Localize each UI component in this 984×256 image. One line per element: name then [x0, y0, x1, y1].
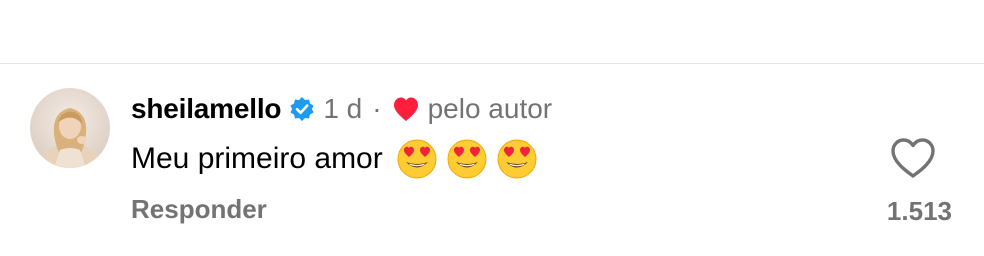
like-count: 1.513 — [886, 196, 952, 226]
avatar[interactable] — [30, 88, 110, 168]
username[interactable]: sheilamello — [131, 93, 282, 125]
heart-filled-icon — [393, 97, 418, 121]
comment-screen: sheilamello 1 d · pelo autor Meu primeir… — [0, 0, 984, 256]
comment-text: Meu primeiro amor — [131, 142, 383, 175]
comment-body: Meu primeiro amor — [131, 138, 537, 180]
cropped-icon — [895, 0, 925, 8]
heart-eyes-emoji-icon — [397, 139, 437, 179]
heart-outline-icon[interactable] — [889, 136, 937, 180]
separator-dot: · — [372, 93, 382, 124]
heart-eyes-emoji-icon — [497, 139, 537, 179]
verified-badge-icon — [290, 97, 314, 121]
avatar-image — [30, 88, 110, 168]
liked-by-author-label: pelo autor — [427, 93, 553, 124]
heart-eyes-emoji-icon — [447, 139, 487, 179]
comment-time: 1 d — [323, 93, 363, 124]
divider — [0, 63, 984, 64]
comment-header: sheilamello 1 d · pelo autor — [131, 89, 552, 129]
reply-button[interactable]: Responder — [131, 194, 267, 225]
